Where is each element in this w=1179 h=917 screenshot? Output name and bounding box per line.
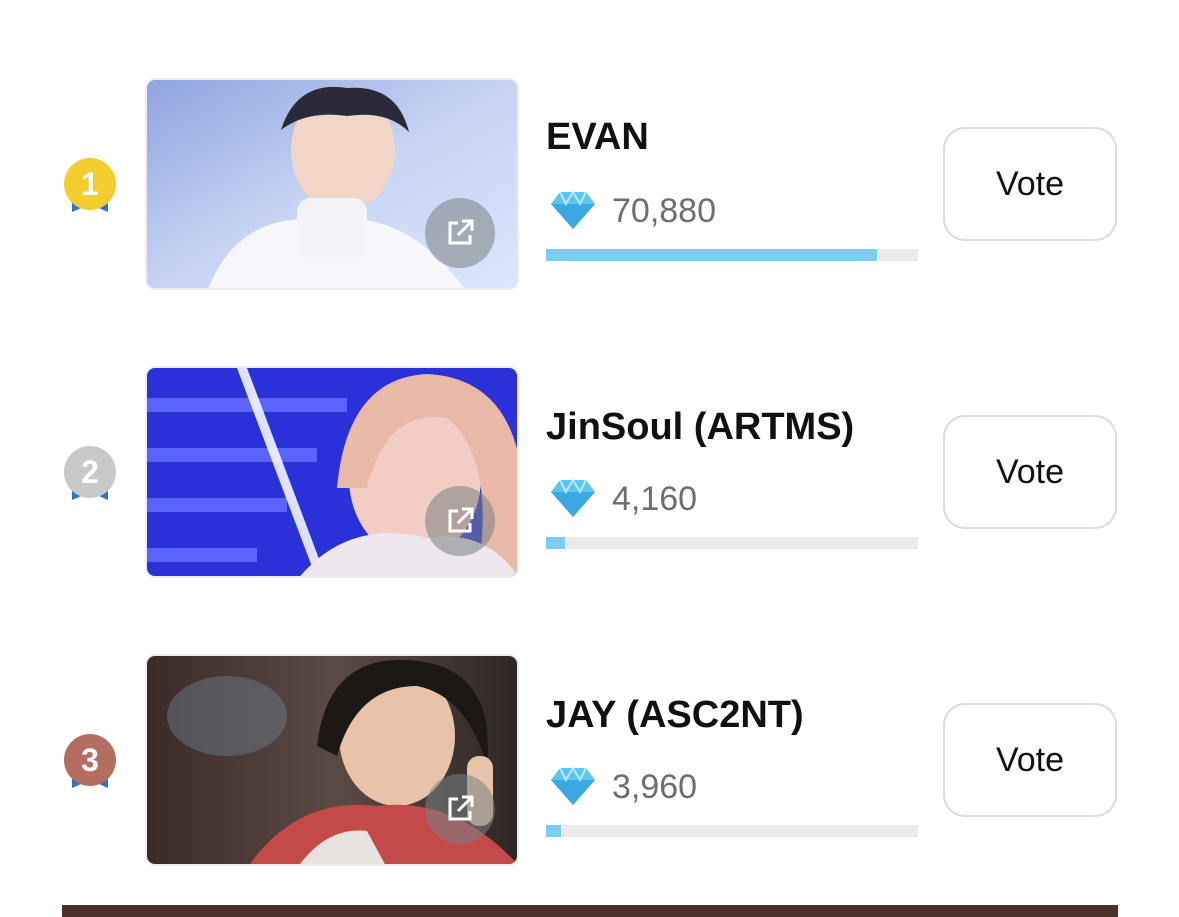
footer-banner-edge — [62, 905, 1118, 917]
open-link-button[interactable] — [425, 774, 495, 844]
ranking-row: 3 JAY (ASC2NT) 3,960 Vote — [0, 652, 1179, 872]
vote-progress-bar — [546, 825, 918, 837]
artist-photo[interactable] — [145, 78, 519, 290]
diamond-icon — [551, 766, 595, 805]
external-link-icon — [448, 507, 474, 533]
artist-photo[interactable] — [145, 366, 519, 578]
rank-number: 2 — [64, 446, 116, 498]
diamond-icon — [551, 190, 595, 229]
rank-medal-gold: 1 — [64, 158, 118, 228]
artist-name: JinSoul (ARTMS) — [546, 406, 855, 448]
rank-medal-bronze: 3 — [64, 734, 118, 804]
artist-photo[interactable] — [145, 654, 519, 866]
vote-progress-fill — [546, 825, 561, 837]
ranking-row: 2 JinSoul (ARTMS) 4,160 Vote — [0, 364, 1179, 584]
vote-button[interactable]: Vote — [943, 703, 1117, 817]
artist-name: JAY (ASC2NT) — [546, 694, 804, 736]
vote-button[interactable]: Vote — [943, 127, 1117, 241]
vote-count: 4,160 — [612, 480, 698, 518]
artist-name: EVAN — [546, 116, 649, 158]
rank-medal-silver: 2 — [64, 446, 118, 516]
vote-count: 3,960 — [612, 768, 698, 806]
external-link-icon — [448, 795, 474, 821]
open-link-button[interactable] — [425, 198, 495, 268]
vote-count: 70,880 — [612, 192, 716, 230]
vote-progress-bar — [546, 249, 918, 261]
vote-progress-bar — [546, 537, 918, 549]
vote-progress-fill — [546, 537, 565, 549]
vote-progress-fill — [546, 249, 878, 261]
external-link-icon — [448, 219, 474, 245]
vote-button[interactable]: Vote — [943, 415, 1117, 529]
ranking-row: 1 EVAN 70,880 Vote — [0, 76, 1179, 296]
rank-number: 1 — [64, 158, 116, 210]
rank-number: 3 — [64, 734, 116, 786]
open-link-button[interactable] — [425, 486, 495, 556]
diamond-icon — [551, 478, 595, 517]
ranking-list: 1 EVAN 70,880 Vote 2 JinSoul (ARTMS) 4,1… — [0, 0, 1179, 917]
